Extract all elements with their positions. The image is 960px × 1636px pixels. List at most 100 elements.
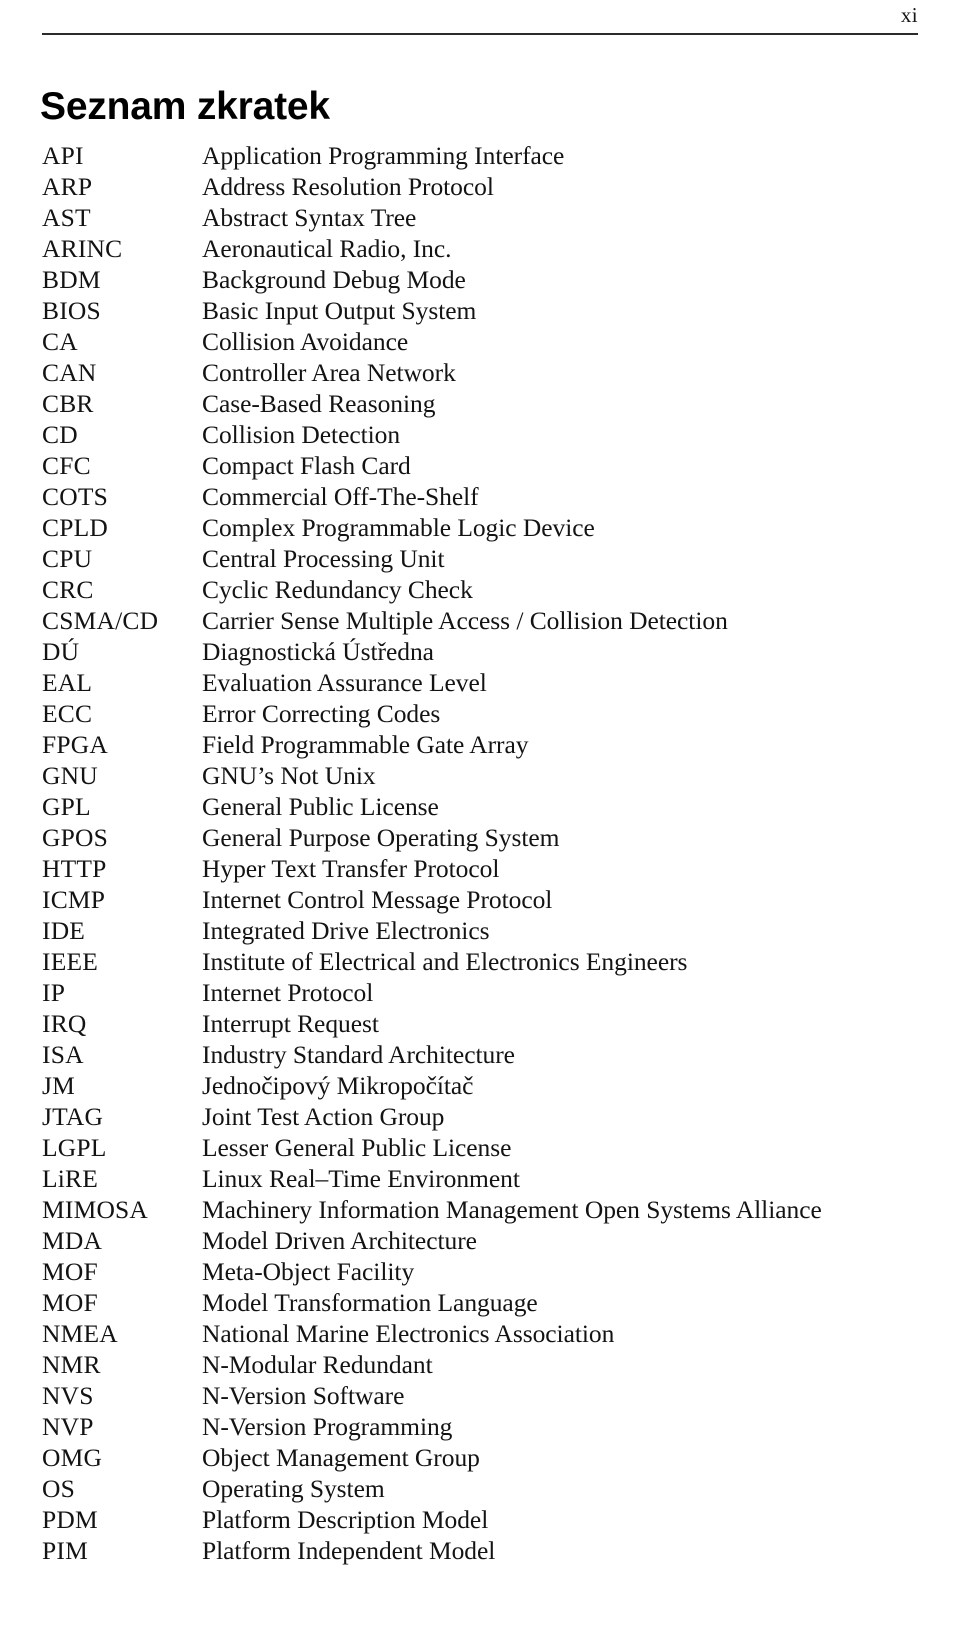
abbreviation-term: ARP <box>42 172 93 201</box>
abbreviation-row: GNU GNU’s Not Unix <box>42 760 942 791</box>
running-header: xi <box>42 0 918 40</box>
abbreviation-term: ARINC <box>42 234 123 263</box>
abbreviation-row: LiRE Linux Real–Time Environment <box>42 1163 942 1194</box>
abbreviation-definition: Model Driven Architecture <box>202 1226 477 1255</box>
abbreviation-definition: Compact Flash Card <box>202 451 411 480</box>
abbreviation-row: OS Operating System <box>42 1473 942 1504</box>
abbreviation-definition: General Purpose Operating System <box>202 823 560 852</box>
abbreviation-term: FPGA <box>42 730 108 759</box>
abbreviation-row: CPLD Complex Programmable Logic Device <box>42 512 942 543</box>
abbreviation-term: MDA <box>42 1226 103 1255</box>
abbreviation-definition: Linux Real–Time Environment <box>202 1164 520 1193</box>
abbreviation-term: OS <box>42 1474 75 1503</box>
abbreviation-row: JTAG Joint Test Action Group <box>42 1101 942 1132</box>
page-number: xi <box>900 3 918 27</box>
abbreviation-definition: Basic Input Output System <box>202 296 477 325</box>
abbreviation-term: IEEE <box>42 947 99 976</box>
abbreviation-definition: Internet Control Message Protocol <box>202 885 553 914</box>
abbreviation-row: CD Collision Detection <box>42 419 942 450</box>
abbreviation-term: NMEA <box>42 1319 118 1348</box>
abbreviation-definition: Controller Area Network <box>202 358 456 387</box>
abbreviation-row: EAL Evaluation Assurance Level <box>42 667 942 698</box>
abbreviation-term: BDM <box>42 265 101 294</box>
abbreviation-term: IP <box>42 978 66 1007</box>
abbreviation-definition: Carrier Sense Multiple Access / Collisio… <box>202 606 728 635</box>
abbreviation-row: ARP Address Resolution Protocol <box>42 171 942 202</box>
abbreviation-definition: Diagnostická Ústředna <box>202 637 434 666</box>
abbreviation-row: BDM Background Debug Mode <box>42 264 942 295</box>
abbreviation-term: JM <box>42 1071 75 1100</box>
abbreviation-definition: Application Programming Interface <box>202 141 565 170</box>
abbreviation-definition: N-Version Software <box>202 1381 405 1410</box>
abbreviation-definition: National Marine Electronics Association <box>202 1319 615 1348</box>
abbreviation-term: NVP <box>42 1412 94 1441</box>
abbreviation-definition: Collision Avoidance <box>202 327 409 356</box>
abbreviation-definition: Internet Protocol <box>202 978 374 1007</box>
abbreviation-definition: Case-Based Reasoning <box>202 389 436 418</box>
abbreviation-row: COTS Commercial Off-The-Shelf <box>42 481 942 512</box>
abbreviation-row: IEEE Institute of Electrical and Electron… <box>42 946 942 977</box>
abbreviation-definition: Machinery Information Management Open Sy… <box>202 1195 822 1224</box>
abbreviation-term: CAN <box>42 358 97 387</box>
abbreviation-term: IDE <box>42 916 86 945</box>
abbreviation-term: DÚ <box>42 637 80 666</box>
abbreviation-definition: Hyper Text Transfer Protocol <box>202 854 500 883</box>
abbreviation-term: LGPL <box>42 1133 107 1162</box>
abbreviation-term: EAL <box>42 668 93 697</box>
abbreviation-term: NMR <box>42 1350 101 1379</box>
abbreviation-term: HTTP <box>42 854 107 883</box>
abbreviation-term: MIMOSA <box>42 1195 149 1224</box>
abbreviation-row: BIOS Basic Input Output System <box>42 295 942 326</box>
abbreviation-row: CSMA/CD Carrier Sense Multiple Access / C… <box>42 605 942 636</box>
abbreviation-term: CPU <box>42 544 93 573</box>
abbreviation-row: ISA Industry Standard Architecture <box>42 1039 942 1070</box>
abbreviation-term: CBR <box>42 389 94 418</box>
abbreviation-definition: Abstract Syntax Tree <box>202 203 417 232</box>
abbreviation-definition: Model Transformation Language <box>202 1288 538 1317</box>
abbreviation-term: JTAG <box>42 1102 104 1131</box>
abbreviation-definition: Complex Programmable Logic Device <box>202 513 595 542</box>
abbreviation-definition: Platform Independent Model <box>202 1536 496 1565</box>
abbreviation-term: BIOS <box>42 296 101 325</box>
abbreviation-definition: GNU’s Not Unix <box>202 761 376 790</box>
abbreviation-term: PIM <box>42 1536 88 1565</box>
abbreviation-row: NVP N-Version Programming <box>42 1411 942 1442</box>
page-title: Seznam zkratek <box>40 85 330 129</box>
abbreviation-term: CA <box>42 327 78 356</box>
abbreviation-definition: Lesser General Public License <box>202 1133 512 1162</box>
abbreviation-definition: Operating System <box>202 1474 385 1503</box>
abbreviation-definition: Object Management Group <box>202 1443 480 1472</box>
abbreviation-definition: Meta-Object Facility <box>202 1257 415 1286</box>
abbreviation-definition: Integrated Drive Electronics <box>202 916 490 945</box>
abbreviation-row: LGPL Lesser General Public License <box>42 1132 942 1163</box>
abbreviation-definition: Address Resolution Protocol <box>202 172 494 201</box>
abbreviation-row: GPOS General Purpose Operating System <box>42 822 942 853</box>
abbreviation-row: MDA Model Driven Architecture <box>42 1225 942 1256</box>
abbreviation-row: ECC Error Correcting Codes <box>42 698 942 729</box>
abbreviation-term: CRC <box>42 575 94 604</box>
abbreviation-row: IDE Integrated Drive Electronics <box>42 915 942 946</box>
abbreviation-definition: N-Version Programming <box>202 1412 453 1441</box>
abbreviation-row: CFC Compact Flash Card <box>42 450 942 481</box>
abbreviation-definition: Interrupt Request <box>202 1009 379 1038</box>
abbreviation-row: NVS N-Version Software <box>42 1380 942 1411</box>
abbreviation-row: MOF Model Transformation Language <box>42 1287 942 1318</box>
abbreviation-row: NMR N-Modular Redundant <box>42 1349 942 1380</box>
abbreviation-definition: Institute of Electrical and Electronics … <box>202 947 688 976</box>
abbreviation-term: MOF <box>42 1257 98 1286</box>
abbreviation-term: ISA <box>42 1040 84 1069</box>
abbreviation-row: API Application Programming Interface <box>42 140 942 171</box>
abbreviation-list: API Application Programming Interface ARP A… <box>42 140 942 1566</box>
abbreviation-row: CPU Central Processing Unit <box>42 543 942 574</box>
abbreviation-term: IRQ <box>42 1009 87 1038</box>
abbreviation-term: GNU <box>42 761 98 790</box>
abbreviation-row: CRC Cyclic Redundancy Check <box>42 574 942 605</box>
document-page: xi Seznam zkratek API Application Program… <box>0 0 960 1636</box>
abbreviation-definition: Joint Test Action Group <box>202 1102 445 1131</box>
abbreviation-term: API <box>42 141 84 170</box>
abbreviation-row: IP Internet Protocol <box>42 977 942 1008</box>
abbreviation-row: CBR Case-Based Reasoning <box>42 388 942 419</box>
abbreviation-row: AST Abstract Syntax Tree <box>42 202 942 233</box>
abbreviation-term: COTS <box>42 482 108 511</box>
abbreviation-row: HTTP Hyper Text Transfer Protocol <box>42 853 942 884</box>
